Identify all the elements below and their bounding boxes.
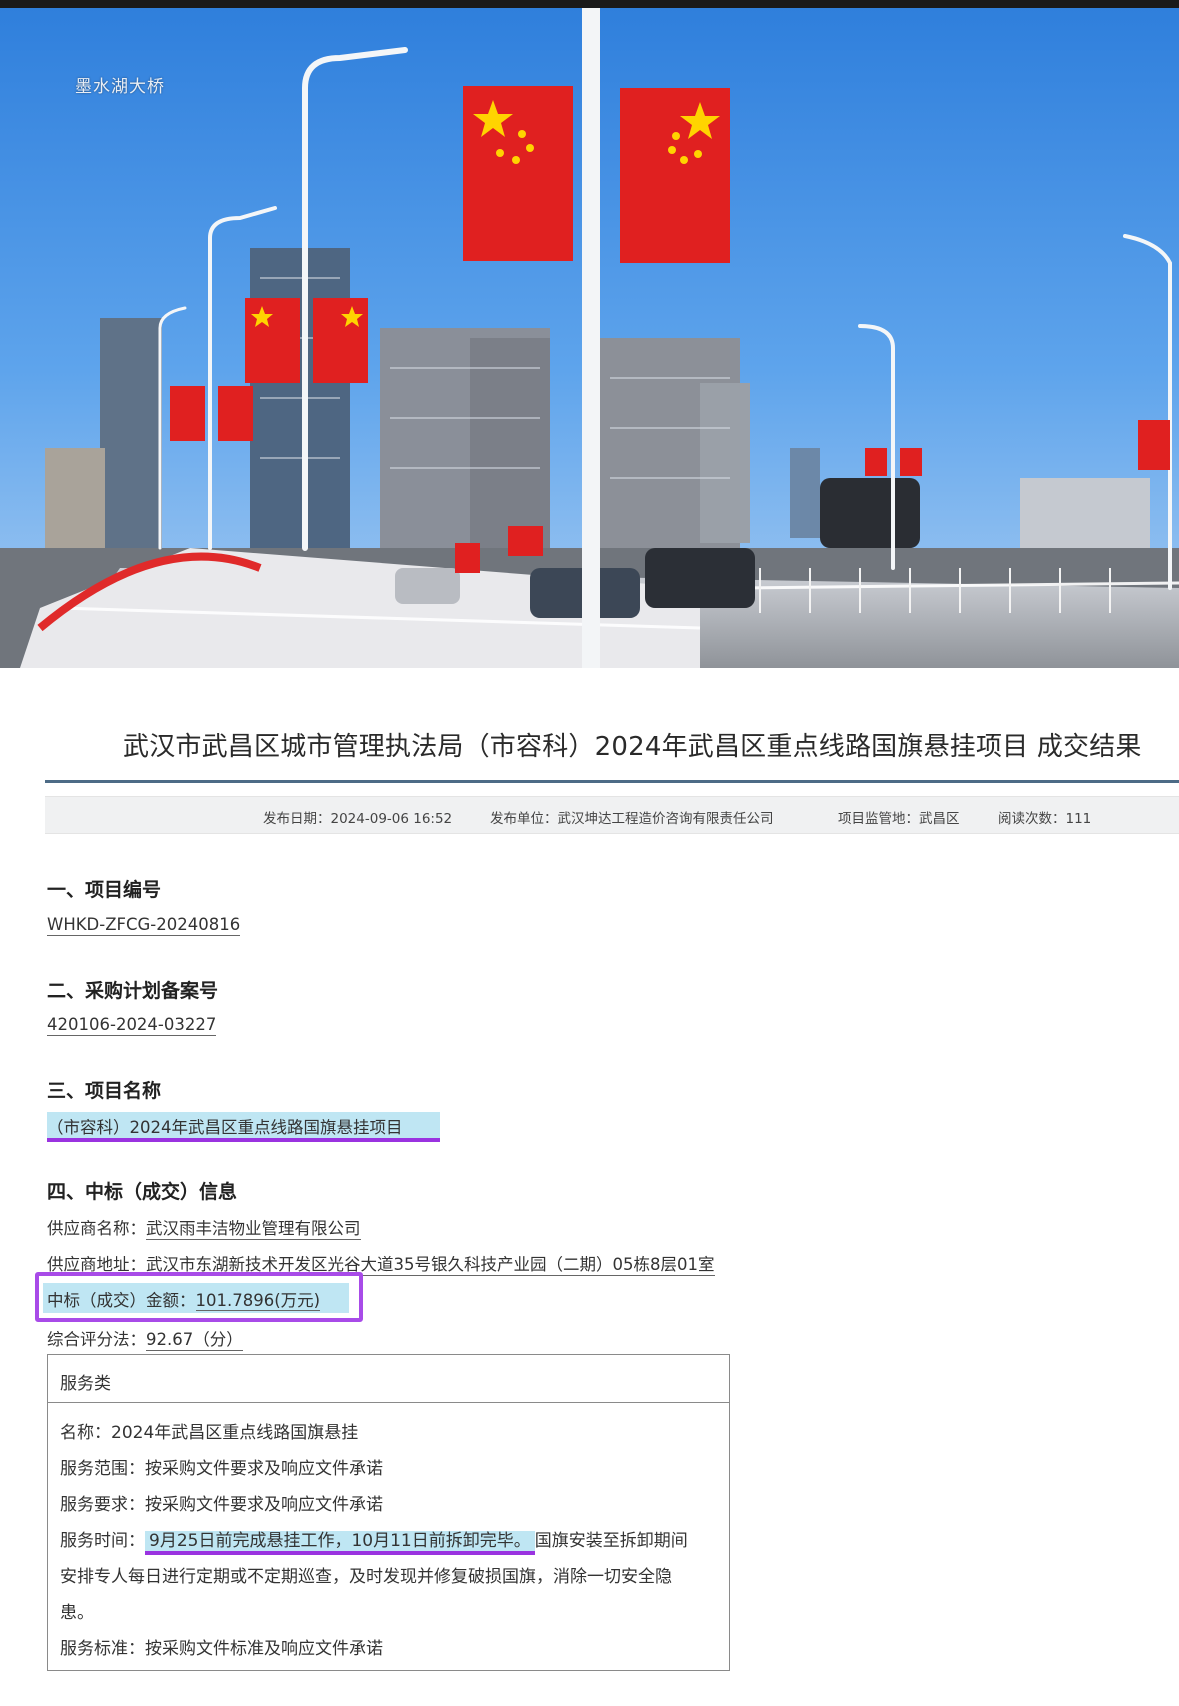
service-table: 服务类 名称：2024年武昌区重点线路国旗悬挂 服务范围：按采购文件要求及响应文… — [47, 1354, 730, 1671]
publisher: 发布单位：武汉坤达工程造价咨询有限责任公司 — [490, 811, 774, 827]
service-time-continued: 安排专人每日进行定期或不定期巡查，及时发现并修复破损国旗，消除一切安全隐 — [60, 1567, 672, 1587]
read-count: 阅读次数：111 — [998, 811, 1092, 827]
section-heading-project-name: 三、项目名称 — [47, 1080, 162, 1102]
section-heading-project-number: 一、项目编号 — [47, 879, 162, 901]
service-time-label: 服务时间： — [60, 1531, 145, 1551]
project-number: WHKD-ZFCG-20240816 — [47, 915, 241, 936]
service-category: 服务类 — [60, 1374, 111, 1394]
supplier-name: 武汉雨丰洁物业管理有限公司 — [146, 1219, 361, 1240]
score-label: 综合评分法： — [47, 1330, 146, 1349]
score: 92.67（分） — [146, 1330, 243, 1351]
supplier-name-label: 供应商名称： — [47, 1219, 146, 1238]
bid-amount: 101.7896(万元) — [195, 1291, 321, 1311]
bid-amount-row: 中标（成交）金额：101.7896(万元) — [47, 1287, 321, 1311]
supervision-place: 项目监管地：武昌区 — [838, 811, 960, 827]
publish-date: 发布日期：2024-09-06 16:52 — [263, 811, 453, 827]
title-divider — [45, 780, 1179, 783]
service-table-header: 服务类 — [48, 1355, 729, 1403]
plan-record-number: 420106-2024-03227 — [47, 1015, 217, 1036]
section-heading-bid-info: 四、中标（成交）信息 — [47, 1181, 238, 1203]
service-standard: 服务标准：按采购文件标准及响应文件承诺 — [60, 1639, 383, 1659]
service-time-rest: 国旗安装至拆卸期间 — [534, 1531, 688, 1551]
score-row: 综合评分法：92.67（分） — [47, 1326, 243, 1351]
meta-bar: 发布日期：2024-09-06 16:52 发布单位：武汉坤达工程造价咨询有限责… — [45, 796, 1179, 834]
section-heading-plan-record: 二、采购计划备案号 — [47, 980, 219, 1002]
supplier-name-row: 供应商名称：武汉雨丰洁物业管理有限公司 — [47, 1215, 361, 1240]
document-title: 武汉市武昌区城市管理执法局（市容科）2024年武昌区重点线路国旗悬挂项目 成交结… — [123, 732, 1142, 762]
service-name: 名称：2024年武昌区重点线路国旗悬挂 — [60, 1423, 359, 1443]
bridge-flags-photo — [0, 8, 1179, 668]
bid-amount-label: 中标（成交）金额： — [47, 1291, 196, 1310]
service-time-highlight: 9月25日前完成悬挂工作，10月11日前拆卸完毕。 — [145, 1531, 535, 1555]
top-bar — [0, 0, 1179, 8]
project-name-highlight: （市容科）2024年武昌区重点线路国旗悬挂项目 — [47, 1112, 440, 1142]
project-name: （市容科）2024年武昌区重点线路国旗悬挂项目 — [47, 1118, 403, 1137]
service-scope: 服务范围：按采购文件要求及响应文件承诺 — [60, 1459, 383, 1479]
service-time-row: 服务时间： 9月25日前完成悬挂工作，10月11日前拆卸完毕。 国旗安装至拆卸期间 — [60, 1526, 688, 1555]
service-time-end: 患。 — [60, 1603, 94, 1623]
service-requirement: 服务要求：按采购文件要求及响应文件承诺 — [60, 1495, 383, 1515]
photo-watermark: 墨水湖大桥 — [75, 77, 165, 97]
header-photo: 墨水湖大桥 — [0, 8, 1179, 668]
